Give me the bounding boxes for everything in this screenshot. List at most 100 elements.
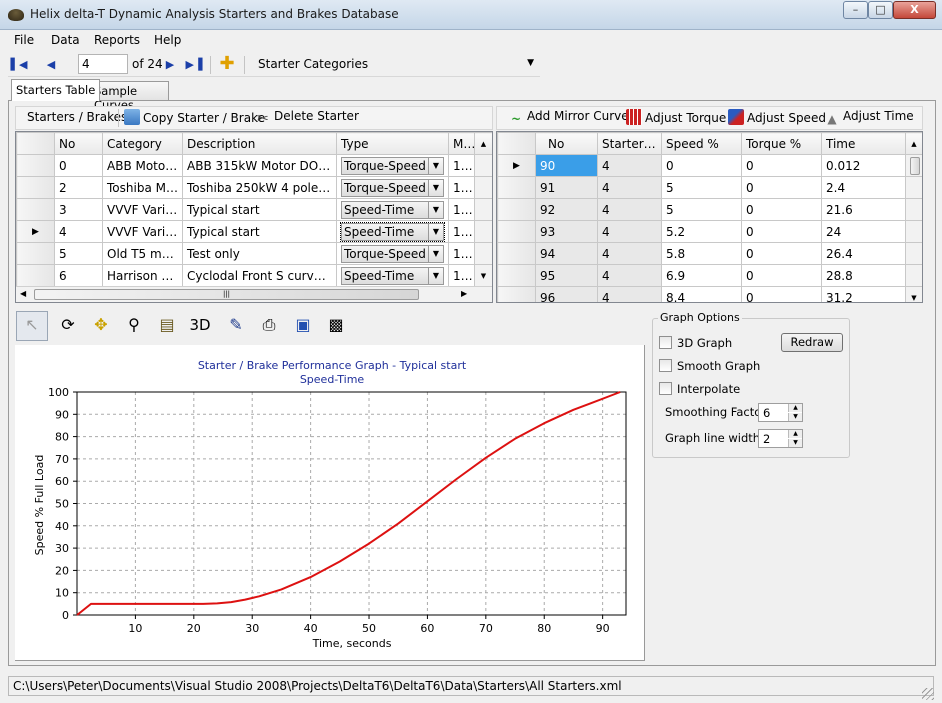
cell-starter-no[interactable]: 4: [597, 242, 662, 265]
col-header-time[interactable]: Time: [821, 132, 906, 155]
cell-max[interactable]: 150: [448, 242, 475, 265]
smooth-graph-checkbox[interactable]: [659, 359, 672, 372]
cell-no[interactable]: 5: [54, 242, 103, 265]
last-record-icon[interactable]: ▶▐: [185, 56, 203, 74]
cell-speed[interactable]: 8.4: [661, 286, 742, 302]
cell-speed[interactable]: 5.8: [661, 242, 742, 265]
row-header[interactable]: [16, 154, 55, 177]
3d-graph-checkbox[interactable]: [659, 336, 672, 349]
3d-toggle-icon[interactable]: 3D: [186, 312, 214, 340]
performance-chart[interactable]: Starter / Brake Performance Graph - Typi…: [15, 345, 645, 661]
chevron-down-icon[interactable]: ▼: [428, 179, 443, 196]
cell-torque[interactable]: 0: [741, 242, 822, 265]
cell-category[interactable]: Harrison 30 s...: [102, 264, 183, 287]
spin-up-icon[interactable]: ▲: [788, 430, 802, 438]
cell-torque[interactable]: 0: [741, 264, 822, 287]
row-header[interactable]: [497, 176, 536, 199]
cell-speed[interactable]: 6.9: [661, 264, 742, 287]
menu-reports[interactable]: Reports: [94, 33, 140, 47]
horizontal-scrollbar[interactable]: ◀ ||| ▶: [16, 286, 492, 302]
export-icon[interactable]: ▣: [289, 312, 317, 340]
table-row[interactable]: 2 Toshiba Mot... Toshiba 250kW 4 pole mo…: [16, 176, 492, 199]
cell-no[interactable]: 91: [535, 176, 598, 199]
add-mirror-curve-button[interactable]: ~ Add Mirror Curve: [508, 109, 629, 131]
table-row[interactable]: 96 4 8.4 0 31.2 ▼: [497, 286, 922, 302]
cell-no[interactable]: 95: [535, 264, 598, 287]
col-header-starter-no[interactable]: StarterNo: [597, 132, 662, 155]
spin-down-icon[interactable]: ▼: [788, 413, 802, 421]
table-row[interactable]: 0 ABB Motors ... ABB 315kW Motor DOL Sta…: [16, 154, 492, 177]
col-header-speed[interactable]: Speed %: [661, 132, 742, 155]
cell-no[interactable]: 94: [535, 242, 598, 265]
row-header[interactable]: [497, 198, 536, 221]
cell-max[interactable]: 150: [448, 198, 475, 221]
add-record-icon[interactable]: ✚: [218, 55, 236, 73]
cell-starter-no[interactable]: 4: [597, 220, 662, 243]
cell-time[interactable]: 0.012: [821, 154, 906, 177]
menu-help[interactable]: Help: [154, 33, 181, 47]
scroll-up-icon[interactable]: ▲: [474, 132, 492, 155]
cell-type[interactable]: Speed-Time ▼: [336, 198, 449, 221]
table-row[interactable]: 3 VVVF Variabl... Typical start Speed-Ti…: [16, 198, 492, 221]
scroll-left-icon[interactable]: ◀: [20, 289, 26, 298]
tab-starters-table[interactable]: Starters Table: [11, 79, 101, 101]
cell-category[interactable]: VVVF Variabl...: [102, 220, 183, 243]
col-header-no[interactable]: No: [535, 132, 598, 155]
cell-type[interactable]: Torque-Speed ▼: [336, 176, 449, 199]
cell-starter-no[interactable]: 4: [597, 264, 662, 287]
cell-torque[interactable]: 0: [741, 220, 822, 243]
interpolate-checkbox[interactable]: [659, 382, 672, 395]
table-row[interactable]: 5 Old T5 map 1 Test only Torque-Speed ▼ 1…: [16, 242, 492, 265]
cell-speed[interactable]: 5: [661, 176, 742, 199]
col-header-torque[interactable]: Torque %: [741, 132, 822, 155]
cell-torque[interactable]: 0: [741, 154, 822, 177]
edit-chart-icon[interactable]: ✎: [222, 312, 250, 340]
chevron-down-icon[interactable]: ▼: [428, 157, 443, 174]
redraw-button[interactable]: Redraw: [781, 333, 843, 352]
cell-type[interactable]: Speed-Time ▼: [336, 264, 449, 287]
vertical-scrollbar[interactable]: [905, 220, 922, 243]
table-row[interactable]: 92 4 5 0 21.6: [497, 198, 922, 221]
table-row[interactable]: 94 4 5.8 0 26.4: [497, 242, 922, 265]
cell-starter-no[interactable]: 4: [597, 286, 662, 302]
graph-line-width-stepper[interactable]: 2 ▲ ▼: [758, 429, 803, 448]
col-header-category[interactable]: Category: [102, 132, 183, 155]
vertical-scrollbar[interactable]: [474, 154, 492, 177]
type-combo[interactable]: Speed-Time ▼: [340, 221, 445, 242]
cell-max[interactable]: 150: [448, 154, 475, 177]
resize-grip-icon[interactable]: [922, 688, 934, 700]
type-combo[interactable]: Torque-Speed ▼: [341, 156, 444, 175]
vertical-scrollbar[interactable]: [905, 176, 922, 199]
cell-no[interactable]: 96: [535, 286, 598, 302]
cell-category[interactable]: ABB Motors ...: [102, 154, 183, 177]
table-row[interactable]: 95 4 6.9 0 28.8: [497, 264, 922, 287]
vertical-scrollbar[interactable]: [474, 198, 492, 221]
chevron-down-icon[interactable]: ▼: [428, 245, 443, 262]
cell-no[interactable]: 90: [535, 154, 598, 177]
pointer-icon[interactable]: ↖: [16, 311, 48, 341]
cell-torque[interactable]: 0: [741, 176, 822, 199]
pan-icon[interactable]: ✥: [87, 312, 115, 340]
row-header[interactable]: [497, 286, 536, 302]
zoom-icon[interactable]: ⚲: [120, 312, 148, 340]
adjust-torque-button[interactable]: Adjust Torque: [626, 109, 726, 131]
first-record-icon[interactable]: ▌◀: [10, 56, 28, 74]
category-select[interactable]: ▼: [354, 55, 538, 75]
record-number-input[interactable]: 4: [78, 54, 128, 74]
cell-type[interactable]: Torque-Speed ▼: [336, 242, 449, 265]
menu-data[interactable]: Data: [51, 33, 80, 47]
table-row[interactable]: 6 Harrison 30 s... Cyclodal Front S curv…: [16, 264, 492, 287]
save-icon[interactable]: ▩: [322, 312, 350, 340]
cell-torque[interactable]: 0: [741, 198, 822, 221]
row-header[interactable]: [16, 264, 55, 287]
cell-no[interactable]: 2: [54, 176, 103, 199]
next-record-icon[interactable]: ▶: [161, 56, 179, 74]
scroll-right-icon[interactable]: ▶: [461, 289, 467, 298]
chevron-down-icon[interactable]: ▼: [428, 201, 443, 218]
row-header[interactable]: [16, 198, 55, 221]
cell-category[interactable]: Old T5 map 1: [102, 242, 183, 265]
cell-starter-no[interactable]: 4: [597, 198, 662, 221]
col-header-no[interactable]: No: [54, 132, 103, 155]
menu-file[interactable]: File: [14, 33, 34, 47]
vertical-scrollbar[interactable]: [474, 220, 492, 243]
